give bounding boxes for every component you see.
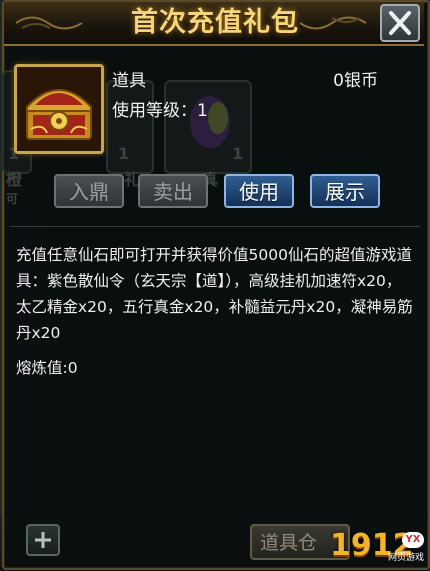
item-level: 使用等级：1 [112,101,208,121]
gold-treasure-chest-icon [17,67,101,151]
item-icon-slot [14,64,104,154]
close-x-icon [389,11,411,35]
background-slot [106,80,154,174]
refine-value: 熔炼值:0 [16,359,78,377]
plus-icon [35,532,51,548]
item-price: 0银币 [333,71,378,91]
watermark-sub: 网页游戏 [388,553,425,563]
use-button[interactable]: 使用 [224,174,294,208]
close-button[interactable] [380,4,420,42]
add-button[interactable] [26,524,60,556]
sell-button[interactable]: 卖出 [138,174,208,208]
background-label: 橙 [6,170,23,189]
watermark-badge: YX [402,532,424,548]
background-count: 1 [118,144,130,163]
background-label: 可 [6,192,19,206]
show-button[interactable]: 展示 [310,174,380,208]
furnace-button[interactable]: 入鼎 [54,174,124,208]
item-description: 充值任意仙石即可打开并获得价值5000仙石的超值游戏道具：紫色散仙令（玄天宗【道… [16,246,413,342]
background-count: 1 [232,144,244,163]
dialog-title: 首次充值礼包 [131,7,299,38]
item-name: 道具 [112,71,146,91]
divider [10,226,420,227]
